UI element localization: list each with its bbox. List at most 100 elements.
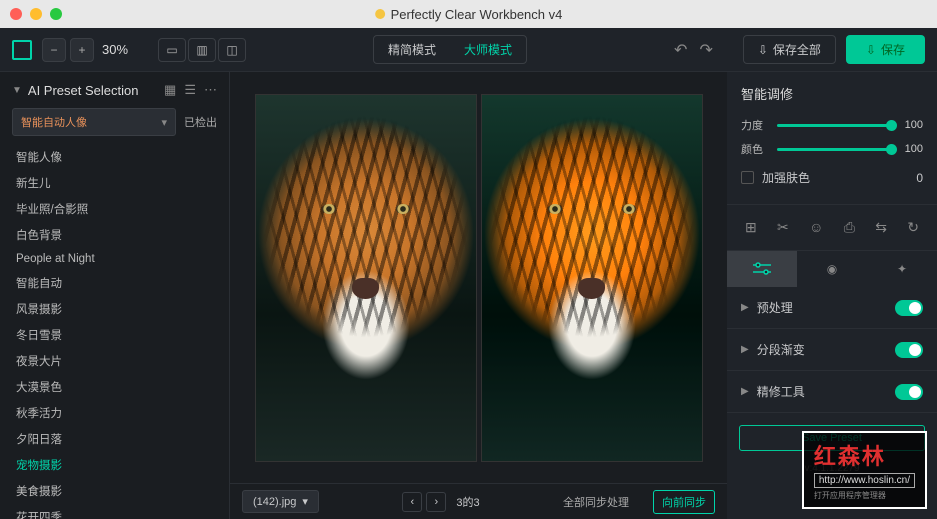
- smart-adjust-title: 智能调修: [727, 72, 937, 113]
- chevron-right-icon: ▶: [741, 386, 749, 397]
- panel-preprocessing-label: 预处理: [757, 299, 793, 316]
- tab-adjustments[interactable]: [727, 251, 797, 287]
- app-badge-icon: [375, 9, 385, 19]
- reset-icon[interactable]: ↻: [907, 219, 919, 236]
- detected-label: 已检出: [184, 114, 217, 130]
- zoom-in-button[interactable]: +: [70, 38, 94, 62]
- chevron-down-icon: ▾: [302, 495, 308, 508]
- titlebar: Perfectly Clear Workbench v4: [0, 0, 937, 28]
- list-view-icon[interactable]: ☰: [184, 82, 196, 98]
- preset-item[interactable]: 花开四季: [12, 504, 217, 519]
- tab-master-mode[interactable]: 大师模式: [450, 36, 526, 63]
- face-icon[interactable]: ☺: [809, 219, 823, 236]
- color-slider[interactable]: [777, 148, 891, 151]
- center-panel: (142).jpg ▾ ‹ › 3的3 全部同步处理 向前同步: [230, 72, 727, 519]
- sync-all-button[interactable]: 全部同步处理: [563, 494, 629, 510]
- tab-effects[interactable]: ✦: [867, 251, 937, 287]
- preset-item[interactable]: 新生儿: [12, 170, 217, 196]
- color-slider-row: 颜色 100: [727, 137, 937, 161]
- tab-eye[interactable]: ◉: [797, 251, 867, 287]
- view-overlay-button[interactable]: ◫: [218, 38, 246, 62]
- view-split-button[interactable]: ▥: [188, 38, 216, 62]
- sliders-icon: [753, 262, 771, 276]
- watermark-overlay: 红森林 http://www.hoslin.cn/ 打开应用程序管理器: [802, 431, 927, 509]
- mode-tabs: 精简模式 大师模式: [373, 35, 527, 64]
- preset-item[interactable]: 宠物摄影: [12, 452, 217, 478]
- maximize-window-button[interactable]: [50, 8, 62, 20]
- history-controls: ↶ ↷: [674, 40, 713, 60]
- download-icon: ⇩: [866, 43, 876, 57]
- preprocessing-toggle[interactable]: [895, 300, 923, 316]
- redo-button[interactable]: ↷: [699, 40, 712, 60]
- preset-item[interactable]: 美食摄影: [12, 478, 217, 504]
- window-controls: [10, 8, 62, 20]
- view-mode-toggles: ▭ ▥ ◫: [158, 38, 246, 62]
- panel-preprocessing[interactable]: ▶ 预处理: [727, 287, 937, 329]
- bottom-bar: (142).jpg ▾ ‹ › 3的3 全部同步处理 向前同步: [230, 483, 727, 519]
- view-single-button[interactable]: ▭: [158, 38, 186, 62]
- crop-icon[interactable]: ✂: [777, 219, 789, 236]
- save-button[interactable]: ⇩ 保存: [846, 35, 925, 64]
- strength-label: 力度: [741, 117, 769, 133]
- save-all-button[interactable]: ⇩ 保存全部: [743, 35, 836, 64]
- strength-slider-row: 力度 100: [727, 113, 937, 137]
- watermark-url: http://www.hoslin.cn/: [814, 473, 915, 488]
- save-label: 保存: [881, 41, 905, 58]
- close-window-button[interactable]: [10, 8, 22, 20]
- preset-item[interactable]: 夕阳日落: [12, 426, 217, 452]
- more-icon[interactable]: ⋯: [204, 82, 217, 98]
- panel-finetune-label: 精修工具: [757, 383, 805, 400]
- panel-gradient[interactable]: ▶ 分段渐变: [727, 329, 937, 371]
- preset-item[interactable]: 夜景大片: [12, 348, 217, 374]
- watermark-title: 红森林: [814, 439, 915, 471]
- filename-dropdown[interactable]: (142).jpg ▾: [242, 490, 319, 513]
- histogram-icon[interactable]: ⊞: [745, 219, 757, 236]
- page-next-button[interactable]: ›: [426, 492, 446, 512]
- app-logo-icon[interactable]: [12, 40, 32, 60]
- skin-enhance-row: 加强肤色 0: [727, 161, 937, 194]
- undo-button[interactable]: ↶: [674, 40, 687, 60]
- sync-forward-button[interactable]: 向前同步: [653, 490, 715, 514]
- preset-item[interactable]: People at Night: [12, 248, 217, 270]
- grid-view-icon[interactable]: ▦: [164, 82, 176, 98]
- ai-preset-section-title: AI Preset Selection: [28, 83, 139, 98]
- compare-icon[interactable]: ⇆: [875, 219, 887, 236]
- image-before[interactable]: [255, 94, 477, 462]
- export-icon[interactable]: ⎙: [844, 219, 855, 236]
- preset-list: 智能人像新生儿毕业照/合影照白色背景People at Night智能自动风景摄…: [0, 144, 229, 519]
- zoom-controls: − + 30%: [42, 38, 128, 62]
- chevron-right-icon: ▶: [741, 344, 749, 355]
- watermark-subtitle: 打开应用程序管理器: [814, 490, 915, 501]
- zoom-out-button[interactable]: −: [42, 38, 66, 62]
- preset-item[interactable]: 白色背景: [12, 222, 217, 248]
- chevron-down-icon: ▾: [161, 116, 167, 129]
- minimize-window-button[interactable]: [30, 8, 42, 20]
- ai-preset-section-header[interactable]: ▼ AI Preset Selection ▦ ☰ ⋯: [0, 72, 229, 108]
- page-prev-button[interactable]: ‹: [402, 492, 422, 512]
- image-compare-view: [230, 72, 727, 483]
- save-all-label: 保存全部: [773, 41, 821, 58]
- strength-value: 100: [899, 119, 923, 131]
- preset-item[interactable]: 智能人像: [12, 144, 217, 170]
- adjust-tabs: ◉ ✦: [727, 251, 937, 287]
- preset-item[interactable]: 秋季活力: [12, 400, 217, 426]
- preset-dropdown[interactable]: 智能自动人像 ▾: [12, 108, 176, 136]
- preset-item[interactable]: 智能自动: [12, 270, 217, 296]
- preset-item[interactable]: 大漠景色: [12, 374, 217, 400]
- skin-enhance-checkbox[interactable]: [741, 171, 754, 184]
- tab-simple-mode[interactable]: 精简模式: [374, 36, 450, 63]
- preset-item[interactable]: 冬日雪景: [12, 322, 217, 348]
- strength-slider[interactable]: [777, 124, 891, 127]
- panel-finetune[interactable]: ▶ 精修工具: [727, 371, 937, 413]
- finetune-toggle[interactable]: [895, 384, 923, 400]
- image-after[interactable]: [481, 94, 703, 462]
- download-icon: ⇩: [758, 43, 768, 57]
- panel-gradient-label: 分段渐变: [757, 341, 805, 358]
- preset-item[interactable]: 毕业照/合影照: [12, 196, 217, 222]
- preset-dropdown-value: 智能自动人像: [21, 114, 87, 130]
- filename-text: (142).jpg: [253, 496, 296, 508]
- gradient-toggle[interactable]: [895, 342, 923, 358]
- preset-item[interactable]: 风景摄影: [12, 296, 217, 322]
- pager: ‹ › 3的3: [402, 492, 479, 512]
- window-title: Perfectly Clear Workbench v4: [375, 7, 563, 22]
